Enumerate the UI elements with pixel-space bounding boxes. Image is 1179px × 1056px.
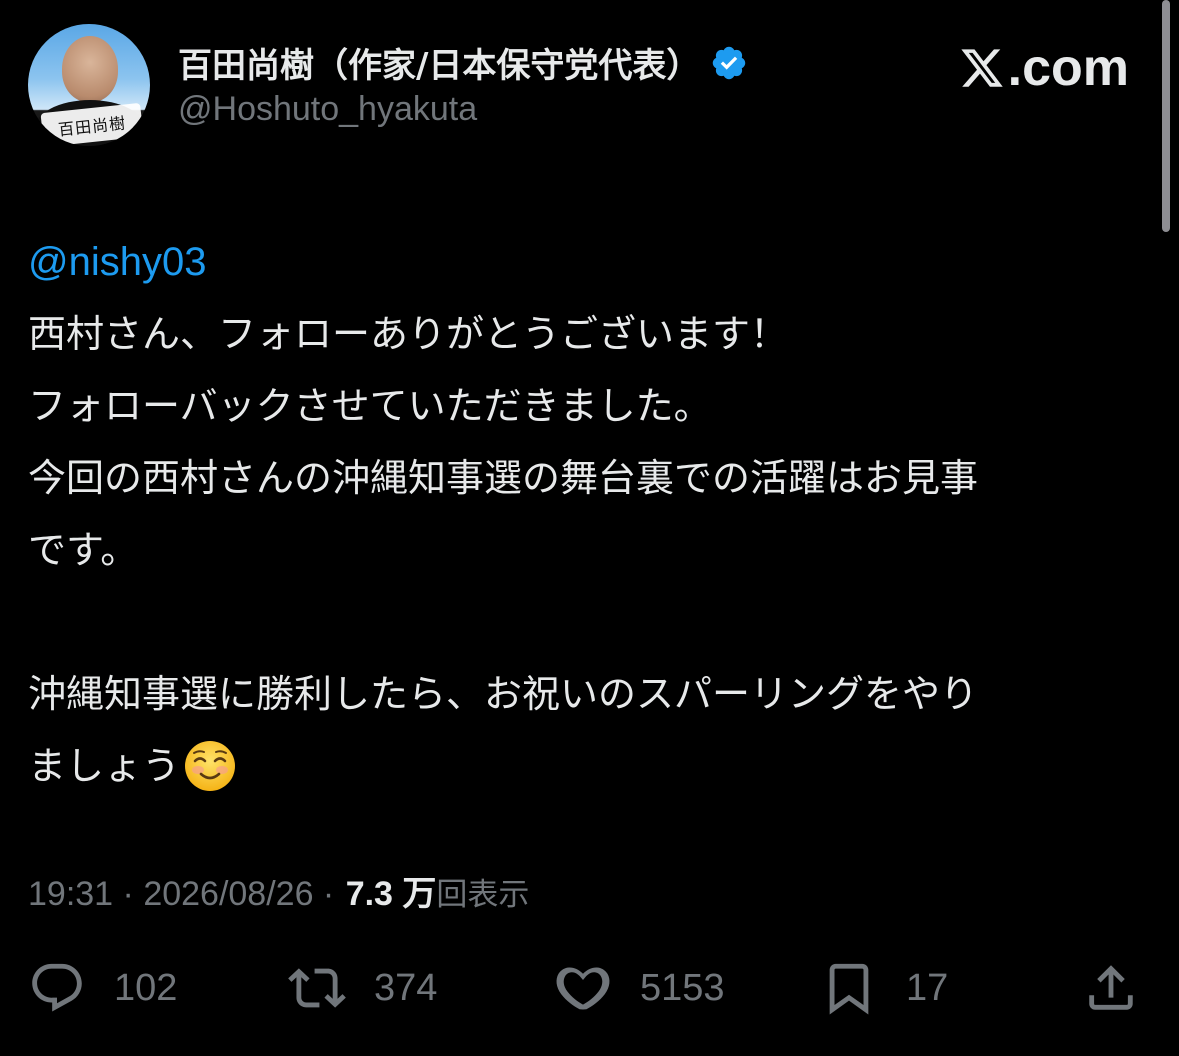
avatar-face xyxy=(62,36,118,102)
tweet-line: です。 xyxy=(28,528,139,572)
tweet-line: 今回の西村さんの沖縄知事選の舞台裏での活躍はお見事 xyxy=(28,456,979,500)
action-bar: 102 374 5153 17 xyxy=(28,958,1148,1018)
reply-button[interactable]: 102 xyxy=(28,958,177,1018)
tweet-date[interactable]: 2026/08/26 xyxy=(143,875,313,914)
heart-icon xyxy=(556,967,610,1010)
scrollbar[interactable] xyxy=(1162,0,1170,232)
mention-link[interactable]: @nishy03 xyxy=(28,226,206,298)
tweet-meta: 19:31 · 2026/08/26 · 7.3 万 回表示 xyxy=(28,866,529,915)
tweet-time[interactable]: 19:31 xyxy=(28,875,113,914)
share-button[interactable] xyxy=(1082,958,1140,1018)
reply-icon xyxy=(32,963,82,1012)
verified-badge-icon xyxy=(713,46,746,79)
tweet-line: フォローバックさせていただきました。 xyxy=(28,384,712,428)
bookmark-button[interactable]: 17 xyxy=(820,958,948,1018)
smiling-face-icon xyxy=(185,741,236,791)
brand-domain: .com xyxy=(1007,39,1129,97)
like-button[interactable]: 5153 xyxy=(554,958,725,1018)
tweet-last-line: ましょう xyxy=(28,730,1158,802)
tweet-line: ましょう xyxy=(28,744,181,788)
x-logo-icon xyxy=(961,49,1003,87)
views-label: 回表示 xyxy=(436,877,530,913)
meta-separator: · xyxy=(113,875,144,913)
like-count: 5153 xyxy=(640,966,725,1009)
x-brand: .com xyxy=(958,42,1129,94)
tweet-screenshot: 百田尚樹 百田尚樹（作家/日本保守党代表） @Hoshuto_hyakuta .… xyxy=(0,0,1179,1056)
meta-separator: · xyxy=(313,875,344,913)
author-display-name[interactable]: 百田尚樹（作家/日本保守党代表） xyxy=(178,38,700,87)
author-name-row: 百田尚樹（作家/日本保守党代表） xyxy=(178,38,748,87)
repost-count: 374 xyxy=(374,966,438,1009)
tweet-line: 沖縄知事選に勝利したら、お祝いのスパーリングをやり xyxy=(28,672,979,716)
author-handle[interactable]: @Hoshuto_hyakuta xyxy=(178,90,477,129)
reply-count: 102 xyxy=(114,966,178,1009)
tweet-line: 西村さん、フォローありがとうございます！ xyxy=(28,312,789,356)
repost-icon xyxy=(288,968,346,1008)
bookmark-count: 17 xyxy=(906,966,949,1009)
views-count: 7.3 万 xyxy=(345,875,437,913)
share-icon xyxy=(1089,965,1133,1010)
repost-button[interactable]: 374 xyxy=(288,958,437,1018)
bookmark-icon xyxy=(829,963,869,1015)
avatar[interactable]: 百田尚樹 xyxy=(28,24,150,146)
tweet-text: @nishy03 西村さん、フォローありがとうございます！ フォローバックさせて… xyxy=(28,226,1158,802)
